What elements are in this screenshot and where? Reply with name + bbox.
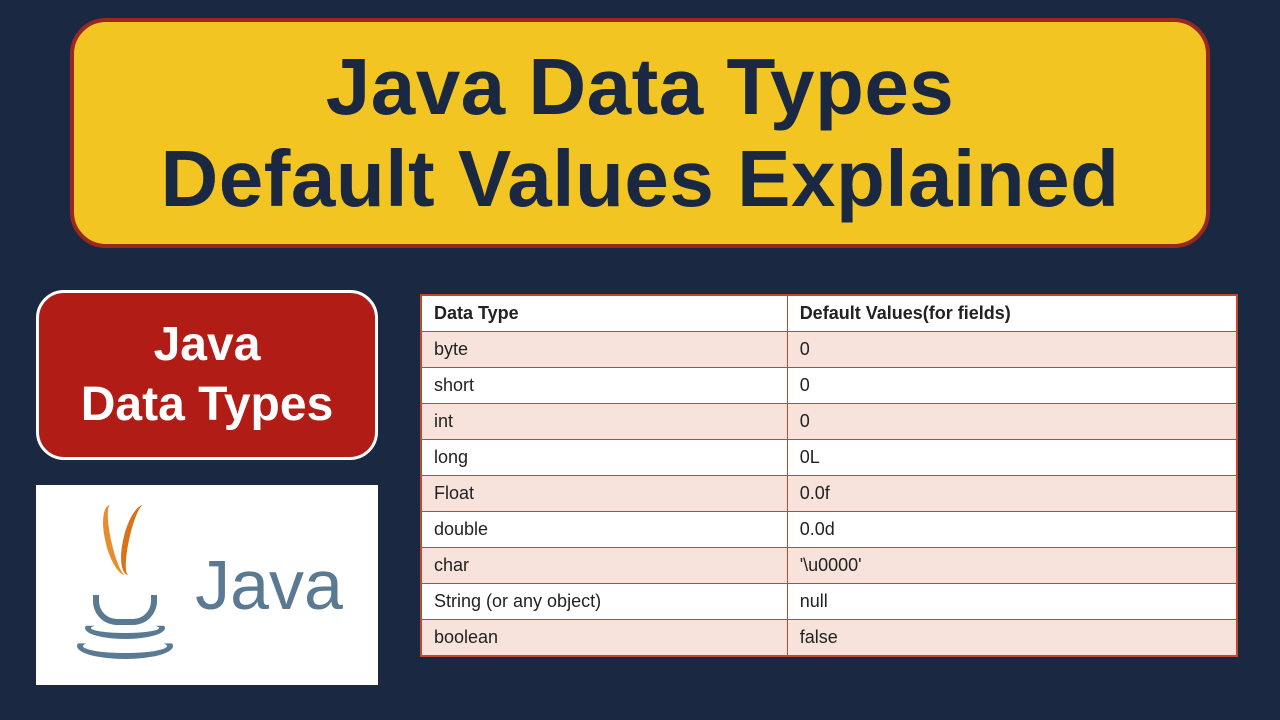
table-header-row: Data Type Default Values(for fields): [421, 295, 1237, 332]
table-cell-type: char: [421, 548, 787, 584]
subtitle-line-1: Java: [154, 315, 261, 375]
table-row: Float0.0f: [421, 476, 1237, 512]
subtitle-line-2: Data Types: [81, 375, 334, 435]
table-cell-type: long: [421, 440, 787, 476]
table-cell-default: 0: [787, 404, 1237, 440]
table-row: short0: [421, 368, 1237, 404]
table-row: char'\u0000': [421, 548, 1237, 584]
subtitle-card: Java Data Types: [36, 290, 378, 460]
table-cell-type: short: [421, 368, 787, 404]
table-cell-default: 0.0f: [787, 476, 1237, 512]
java-logo-card: Java: [36, 485, 378, 685]
title-banner: Java Data Types Default Values Explained: [70, 18, 1210, 248]
table-cell-default: 0.0d: [787, 512, 1237, 548]
table-cell-type: double: [421, 512, 787, 548]
table-row: int0: [421, 404, 1237, 440]
table-cell-type: Float: [421, 476, 787, 512]
table-header-default: Default Values(for fields): [787, 295, 1237, 332]
default-values-table: Data Type Default Values(for fields) byt…: [420, 294, 1238, 657]
table-row: byte0: [421, 332, 1237, 368]
title-line-2: Default Values Explained: [161, 133, 1120, 225]
table-cell-type: String (or any object): [421, 584, 787, 620]
java-cup-icon: [71, 505, 181, 665]
table-cell-type: int: [421, 404, 787, 440]
table-cell-type: boolean: [421, 620, 787, 657]
table-row: booleanfalse: [421, 620, 1237, 657]
table-cell-default: false: [787, 620, 1237, 657]
title-line-1: Java Data Types: [326, 41, 955, 133]
table-cell-default: 0: [787, 332, 1237, 368]
table-cell-default: null: [787, 584, 1237, 620]
table-cell-default: 0: [787, 368, 1237, 404]
table-row: double0.0d: [421, 512, 1237, 548]
table-cell-default: '\u0000': [787, 548, 1237, 584]
table-row: long0L: [421, 440, 1237, 476]
table-cell-type: byte: [421, 332, 787, 368]
table-header-type: Data Type: [421, 295, 787, 332]
table-cell-default: 0L: [787, 440, 1237, 476]
java-logo-text: Java: [195, 545, 343, 625]
table-row: String (or any object)null: [421, 584, 1237, 620]
